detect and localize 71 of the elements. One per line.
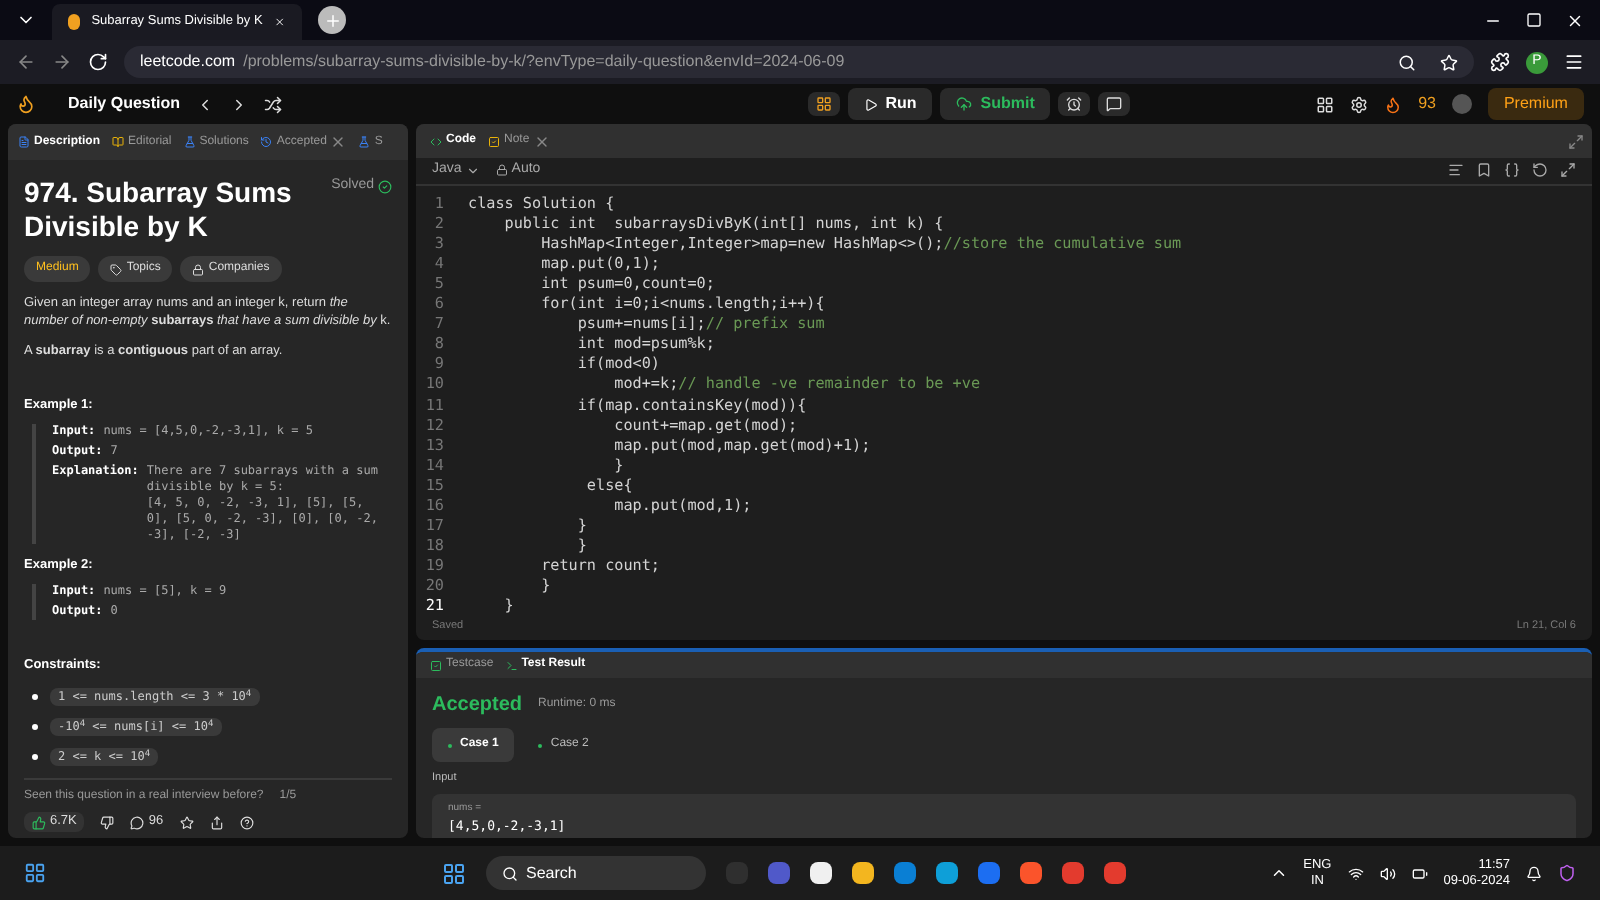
thumbs-up-icon <box>32 815 46 829</box>
verdict-text: Accepted <box>432 692 523 720</box>
shuffle-icon[interactable] <box>264 95 283 113</box>
user-avatar[interactable] <box>1451 94 1472 114</box>
tag-icon <box>110 263 123 275</box>
caret-icon <box>465 163 480 178</box>
premium-button[interactable]: Premium <box>1487 88 1584 120</box>
start-icon[interactable] <box>442 861 466 885</box>
close-icon[interactable] <box>1566 11 1584 29</box>
tab-icon <box>112 136 125 148</box>
tab-icon <box>505 659 518 671</box>
back-icon[interactable] <box>16 52 36 72</box>
tab-icon <box>358 136 371 148</box>
plus-icon <box>323 11 341 29</box>
grid-icon <box>815 96 832 112</box>
site-icon <box>68 14 80 30</box>
wifi-icon[interactable] <box>1347 865 1364 881</box>
search-icon[interactable] <box>1398 53 1416 71</box>
problem-title: 974. Subarray Sums Divisible by K <box>24 176 294 244</box>
tab-icon <box>430 659 442 671</box>
maximize-icon[interactable] <box>1526 12 1542 28</box>
tab-icon <box>183 136 196 148</box>
bullet-icon <box>32 754 38 760</box>
submit-button[interactable]: Submit <box>940 88 1051 120</box>
play-icon <box>863 97 878 111</box>
run-button[interactable]: Run <box>847 88 933 120</box>
star-icon[interactable] <box>179 815 194 829</box>
bookmark-icon[interactable] <box>1476 162 1492 179</box>
help-icon[interactable] <box>239 815 254 829</box>
new-tab-button[interactable] <box>318 6 346 34</box>
check-circle-icon <box>378 179 392 194</box>
braces-icon[interactable] <box>1504 162 1520 179</box>
dislike-icon[interactable] <box>100 815 115 829</box>
nav-title[interactable]: Daily Question <box>68 92 181 116</box>
lock-icon <box>192 263 205 275</box>
notes-button[interactable] <box>1098 92 1131 116</box>
reset-icon[interactable] <box>1532 162 1548 179</box>
widgets-icon[interactable] <box>24 862 46 884</box>
tab-icon <box>260 136 273 148</box>
timer-button[interactable] <box>1058 92 1091 116</box>
comment-icon <box>130 815 145 829</box>
bullet-icon <box>32 694 38 700</box>
tray-expand-icon[interactable] <box>1269 864 1288 882</box>
expand-icon[interactable] <box>1560 162 1576 179</box>
layout-icon[interactable] <box>1316 95 1335 113</box>
close-icon[interactable] <box>274 14 286 30</box>
streak-count[interactable]: 93 <box>1418 92 1436 116</box>
share-icon[interactable] <box>209 815 224 829</box>
search-field[interactable]: Search <box>486 856 706 890</box>
battery-icon[interactable] <box>1411 865 1428 881</box>
extensions-icon[interactable] <box>1490 52 1510 72</box>
bullet-icon <box>32 724 38 730</box>
tab-icon <box>488 135 500 148</box>
alarm-clock-icon <box>1066 96 1083 112</box>
tab-icon <box>18 136 30 148</box>
speech-bubble-icon <box>1106 96 1123 112</box>
volume-icon[interactable] <box>1379 865 1396 881</box>
reload-icon[interactable] <box>88 52 108 72</box>
menu-icon[interactable] <box>1564 52 1584 72</box>
search-icon <box>502 865 518 881</box>
address-field[interactable]: leetcode.com /problems/subarray-sums-divisible-by-k/?envType=daily-question&envId=2024-06-09 <box>124 46 1474 78</box>
lock-icon <box>495 164 508 177</box>
logo-icon[interactable] <box>16 94 36 114</box>
forward-icon[interactable] <box>52 52 72 72</box>
tab-icon <box>430 135 442 148</box>
bell-icon[interactable] <box>1526 865 1542 881</box>
settings-icon[interactable] <box>1350 95 1369 113</box>
debug-button[interactable] <box>807 92 840 116</box>
upload-icon <box>956 96 973 112</box>
format-icon[interactable] <box>1448 162 1464 179</box>
streak-icon <box>1384 95 1403 113</box>
